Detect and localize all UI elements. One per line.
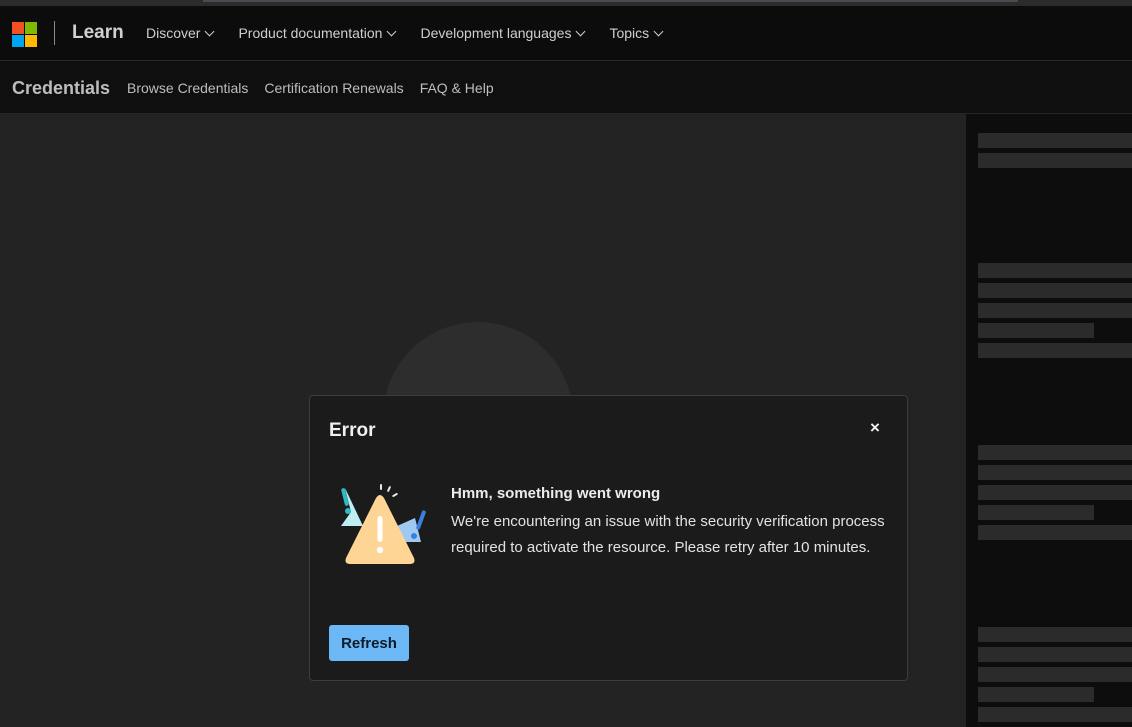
- section-nav: Browse Credentials Certification Renewal…: [127, 80, 494, 96]
- nav-item-discover[interactable]: Discover: [146, 25, 215, 41]
- skeleton-line: [978, 153, 1132, 168]
- section-title[interactable]: Credentials: [12, 78, 110, 99]
- header-divider: [54, 21, 55, 45]
- nav-item-label: Topics: [609, 25, 650, 41]
- nav-item-label: Development languages: [420, 25, 572, 41]
- skeleton-line: [978, 283, 1132, 298]
- dialog-title: Error: [329, 420, 376, 441]
- skeleton-line: [978, 647, 1132, 662]
- skeleton-line: [978, 303, 1132, 318]
- chevron-down-icon: [205, 26, 215, 36]
- error-dialog: Error × Hmm, something went wrong We're …: [309, 395, 908, 681]
- microsoft-logo-icon[interactable]: [12, 22, 37, 47]
- nav-item-topics[interactable]: Topics: [609, 25, 664, 41]
- site-header: Learn Discover Product documentation Dev…: [0, 6, 1132, 61]
- skeleton-line: [978, 343, 1132, 358]
- brand-name[interactable]: Learn: [72, 22, 124, 44]
- skeleton-line: [978, 707, 1132, 722]
- skeleton-line: [978, 627, 1132, 642]
- nav-item-label: Product documentation: [238, 25, 383, 41]
- link-faq-help[interactable]: FAQ & Help: [420, 80, 494, 96]
- nav-item-development-languages[interactable]: Development languages: [420, 25, 586, 41]
- skeleton-line: [978, 445, 1132, 460]
- skeleton-line: [978, 465, 1132, 480]
- skeleton-line: [978, 263, 1132, 278]
- nav-item-label: Discover: [146, 25, 201, 41]
- skeleton-line: [978, 485, 1132, 500]
- skeleton-line: [978, 525, 1132, 540]
- close-icon[interactable]: ×: [870, 418, 880, 438]
- skeleton-line: [978, 323, 1094, 338]
- error-heading: Hmm, something went wrong: [451, 485, 661, 502]
- refresh-button[interactable]: Refresh: [329, 625, 409, 661]
- warning-illustration-icon: [341, 484, 426, 564]
- skeleton-line: [978, 687, 1094, 702]
- chevron-down-icon: [387, 26, 397, 36]
- link-certification-renewals[interactable]: Certification Renewals: [264, 80, 403, 96]
- skeleton-line: [978, 667, 1132, 682]
- nav-item-product-documentation[interactable]: Product documentation: [238, 25, 397, 41]
- skeleton-line: [978, 505, 1094, 520]
- error-message: We're encountering an issue with the sec…: [451, 513, 885, 556]
- main-nav: Discover Product documentation Developme…: [146, 25, 664, 41]
- chevron-down-icon: [576, 26, 586, 36]
- scroll-indicator: [203, 0, 1018, 2]
- section-header: Credentials Browse Credentials Certifica…: [0, 61, 1132, 114]
- chevron-down-icon: [653, 26, 664, 36]
- skeleton-line: [978, 133, 1132, 148]
- link-browse-credentials[interactable]: Browse Credentials: [127, 80, 248, 96]
